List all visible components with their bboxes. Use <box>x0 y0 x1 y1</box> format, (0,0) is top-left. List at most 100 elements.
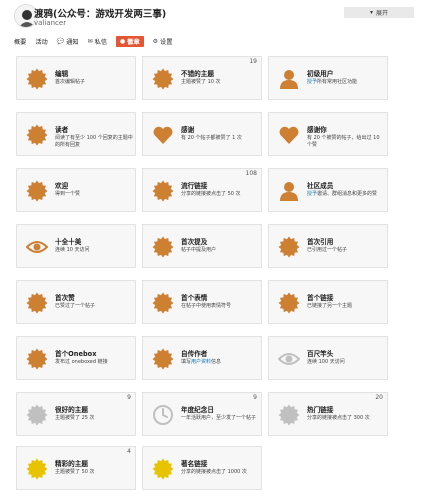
badge-card[interactable]: 首个表情 在帖子中使用表情符号 <box>142 280 262 324</box>
badge-title[interactable]: 首次引用 <box>307 236 333 246</box>
badge-card[interactable]: 很好的主题 主题被赞了 25 次 9 <box>16 392 136 436</box>
badge-description-text: 连续 100 天访问 <box>307 359 345 365</box>
badge-description: 主题被赞了 25 次 <box>55 415 133 422</box>
badge-description: 有 20 个帖子都被赞了 1 次 <box>181 135 259 142</box>
badge-title[interactable]: 欢迎 <box>55 180 68 190</box>
badge-title[interactable]: 流行链接 <box>181 180 207 190</box>
badge-description-text: 分享的链接被点击了 50 次 <box>181 191 241 197</box>
badge-description-text: 主题被赞了 25 次 <box>55 415 95 421</box>
badge-title[interactable]: 感谢你 <box>307 124 327 134</box>
badge-description-text: 有 20 个被赞的帖子，给出过 10 个赞 <box>307 135 380 148</box>
badge-card[interactable]: 十全十美 连续 10 天访问 <box>16 224 136 268</box>
badge-icon <box>152 348 174 370</box>
badge-title[interactable]: 感谢 <box>181 124 194 134</box>
badge-icon <box>152 458 174 480</box>
badge-card[interactable]: 热门链接 分享的链接被点击了 300 次 20 <box>268 392 388 436</box>
badge-title[interactable]: 读者 <box>55 124 68 134</box>
badge-card[interactable]: 首个链接 已链接了另一个主题 <box>268 280 388 324</box>
badge-count: 9 <box>127 394 131 401</box>
badge-title[interactable]: 首个Onebox <box>55 348 96 358</box>
chevron-down-icon: ▾ <box>369 9 373 16</box>
badge-count: 9 <box>253 394 257 401</box>
badge-title[interactable]: 精彩的主题 <box>55 458 88 468</box>
user-icon <box>278 180 300 202</box>
nav-tab-1[interactable]: 活动 <box>35 36 47 47</box>
badge-title[interactable]: 著名链接 <box>181 458 207 468</box>
badge-title[interactable]: 自传作者 <box>181 348 207 358</box>
badge-icon: ● <box>120 38 126 45</box>
badge-card[interactable]: 不错的主题 主题被赞了 10 次 19 <box>142 56 262 100</box>
badge-card[interactable]: 年度纪念日 一年活跃用户，至少发了一个帖子 9 <box>142 392 262 436</box>
badge-description: 已赞过了一个帖子 <box>55 303 133 310</box>
nav-tab-label: 概要 <box>14 39 27 46</box>
badge-description-link[interactable]: 用户资料 <box>191 359 211 365</box>
expand-button[interactable]: ▾ 展开 <box>344 7 414 18</box>
badge-description: 已引用过一个帖子 <box>307 247 385 254</box>
badge-card[interactable]: 感谢有 20 个帖子都被赞了 1 次 <box>142 112 262 156</box>
badge-card[interactable]: 著名链接 分享的链接被点击了 1000 次 <box>142 446 262 490</box>
badge-title[interactable]: 首个链接 <box>307 292 333 302</box>
badge-description: 分享的链接被点击了 50 次 <box>181 191 259 198</box>
nav-tab-5[interactable]: ⚙ 设置 <box>153 36 173 47</box>
badge-title[interactable]: 很好的主题 <box>55 404 88 414</box>
badge-card[interactable]: 读者 阅读了有至少 100 个回复的主题中的所有回复 <box>16 112 136 156</box>
nav-tab-2[interactable]: 💬 通知 <box>57 36 79 47</box>
nav-tab-4[interactable]: ● 徽章 <box>116 36 144 47</box>
badge-title[interactable]: 热门链接 <box>307 404 333 414</box>
clock-icon <box>152 404 174 426</box>
badge-card[interactable]: 初级用户 授予所有常用社区功能 <box>268 56 388 100</box>
badge-card[interactable]: 欢迎 得到一个赞 <box>16 168 136 212</box>
badge-card[interactable]: 精彩的主题 主题被赞了 50 次 4 <box>16 446 136 490</box>
badge-title[interactable]: 百尺竿头 <box>307 348 333 358</box>
badge-card[interactable]: 社区成员 授予邀请、群组消息和更多的赞 <box>268 168 388 212</box>
eye-icon <box>26 236 48 258</box>
badge-description: 有 20 个被赞的帖子，给出过 10 个赞 <box>307 135 385 148</box>
nav-tab-3[interactable]: ✉ 私信 <box>88 36 107 47</box>
badge-card[interactable]: 首次提及 帖子中提及用户 <box>142 224 262 268</box>
badge-card[interactable]: 编辑 首次编辑帖子 <box>16 56 136 100</box>
heart-icon <box>152 124 174 146</box>
badge-count: 4 <box>127 448 131 455</box>
badge-icon <box>26 404 48 426</box>
badge-description-text: 在帖子中使用表情符号 <box>181 303 232 309</box>
badge-description: 授予所有常用社区功能 <box>307 79 385 86</box>
badge-card[interactable]: 自传作者 填写用户资料信息 <box>142 336 262 380</box>
badge-card[interactable]: 感谢你有 20 个被赞的帖子，给出过 10 个赞 <box>268 112 388 156</box>
badge-description-text: 连续 10 天访问 <box>55 247 90 253</box>
badge-icon <box>278 292 300 314</box>
badge-title[interactable]: 首次提及 <box>181 236 207 246</box>
badge-title[interactable]: 十全十美 <box>55 236 81 246</box>
badge-description-text: 已引用过一个帖子 <box>307 247 348 253</box>
badge-title[interactable]: 首次赞 <box>55 292 75 302</box>
badge-title[interactable]: 年度纪念日 <box>181 404 214 414</box>
badge-description-text: 已赞过了一个帖子 <box>55 303 96 309</box>
badge-description: 发布过 oneboxed 链接 <box>55 359 133 366</box>
gear-icon: ⚙ <box>152 38 159 45</box>
badge-card[interactable]: 百尺竿头 连续 100 天访问 <box>268 336 388 380</box>
badge-card[interactable]: 首次赞 已赞过了一个帖子 <box>16 280 136 324</box>
badge-description: 一年活跃用户，至少发了一个帖子 <box>181 415 259 422</box>
badge-title[interactable]: 社区成员 <box>307 180 333 190</box>
badge-description-link[interactable]: 授予 <box>307 191 317 197</box>
badge-description-text: 主题被赞了 10 次 <box>181 79 221 85</box>
badge-card[interactable]: 流行链接 分享的链接被点击了 50 次 108 <box>142 168 262 212</box>
badge-title[interactable]: 编辑 <box>55 68 68 78</box>
badge-description-text: 主题被赞了 50 次 <box>55 469 95 475</box>
nav-tab-0[interactable]: 概要 <box>14 36 26 47</box>
badge-description-text: 一年活跃用户，至少发了一个帖子 <box>181 415 257 421</box>
badge-title[interactable]: 初级用户 <box>307 68 333 78</box>
nav-tab-label: 徽章 <box>127 39 140 46</box>
badge-count: 108 <box>245 170 257 177</box>
badge-description-text: 有 20 个帖子都被赞了 1 次 <box>181 135 242 141</box>
badge-title[interactable]: 首个表情 <box>181 292 207 302</box>
badge-card[interactable]: 首个Onebox 发布过 oneboxed 链接 <box>16 336 136 380</box>
profile-nav: 概要 活动 💬 通知 ✉ 私信 ● 徽章 ⚙ 设置 <box>14 36 181 47</box>
badge-description-link[interactable]: 授予 <box>307 79 317 85</box>
nav-tab-label: 通知 <box>66 39 79 46</box>
badge-title[interactable]: 不错的主题 <box>181 68 214 78</box>
username: 渡鸦(公众号：游戏开发两三事) <box>34 9 167 20</box>
badge-description-text: 帖子中提及用户 <box>181 247 217 253</box>
badge-description-text: 邀请、群组消息和更多的赞 <box>317 191 378 197</box>
badge-icon <box>26 458 48 480</box>
badge-card[interactable]: 首次引用 已引用过一个帖子 <box>268 224 388 268</box>
